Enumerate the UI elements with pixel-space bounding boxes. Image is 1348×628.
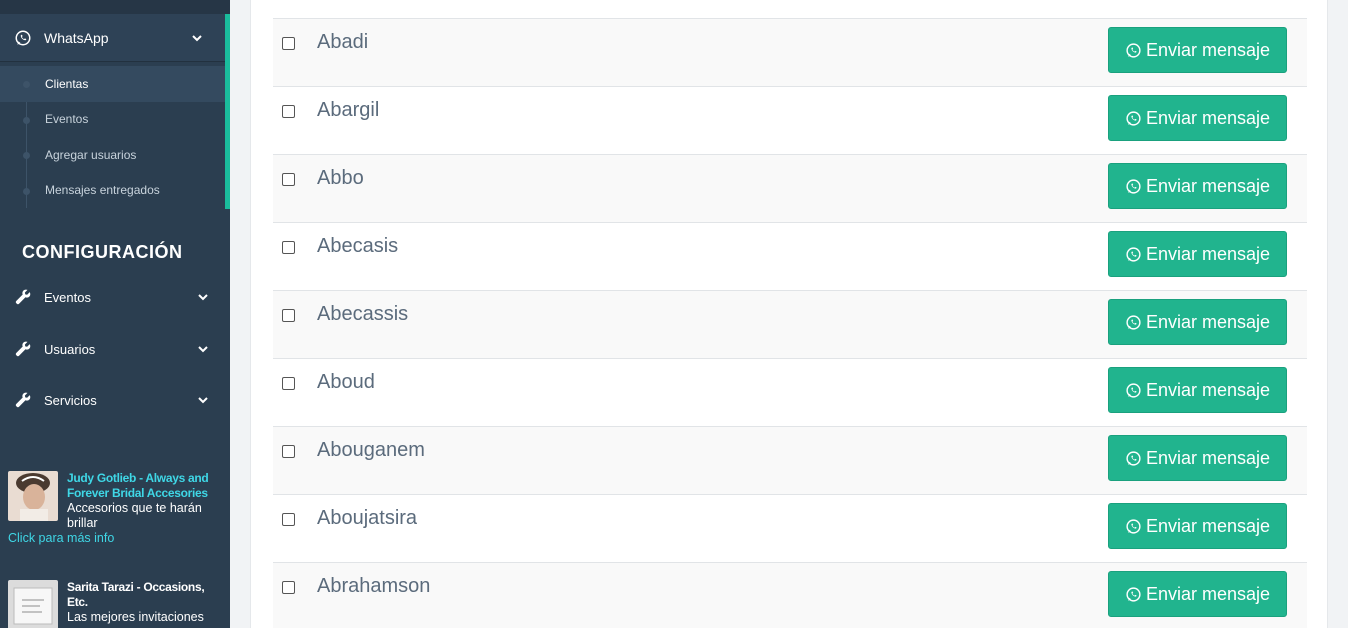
submenu-item-label: Agregar usuarios <box>45 147 137 162</box>
send-message-button[interactable]: Enviar mensaje <box>1108 27 1287 73</box>
submenu-item-label: Eventos <box>45 112 89 127</box>
contact-name: Abecasis <box>317 235 399 257</box>
sidebar-item-eventos[interactable]: Eventos <box>0 277 225 317</box>
select-checkbox[interactable] <box>282 445 295 458</box>
sidebar-item-servicios[interactable]: Servicios <box>0 380 225 420</box>
send-message-button[interactable]: Enviar mensaje <box>1108 95 1287 141</box>
contact-name: Abargil <box>317 99 380 121</box>
submenu-dot <box>23 187 30 195</box>
whatsapp-icon <box>1126 314 1141 330</box>
submenu-item-label: Clientas <box>45 76 89 91</box>
wrench-icon <box>15 392 31 408</box>
whatsapp-menu-header[interactable]: WhatsApp <box>0 14 225 62</box>
whatsapp-menu-label: WhatsApp <box>44 29 109 46</box>
vendor-title[interactable]: Sarita Tarazi - Occasions, Etc. <box>67 580 223 610</box>
table-row: Abadi Enviar mensaje <box>273 18 1307 86</box>
select-checkbox[interactable] <box>282 105 295 118</box>
table-row: Abecassis Enviar mensaje <box>273 290 1307 358</box>
send-message-label: Enviar mensaje <box>1145 379 1271 400</box>
send-message-button[interactable]: Enviar mensaje <box>1108 299 1287 345</box>
select-checkbox[interactable] <box>282 241 295 254</box>
select-checkbox[interactable] <box>282 173 295 186</box>
submenu-item-mensajes-entregados[interactable]: Mensajes entregados <box>0 173 225 209</box>
vendor-title[interactable]: Judy Gotlieb - Always and Forever Bridal… <box>67 471 223 501</box>
whatsapp-icon <box>1126 42 1141 58</box>
table-row: Abecasis Enviar mensaje <box>273 222 1307 290</box>
submenu-item-label: Mensajes entregados <box>45 183 160 198</box>
sidebar-item-label: Eventos <box>44 289 91 305</box>
table-row: Abbo Enviar mensaje <box>273 154 1307 222</box>
contacts-panel: Abadi Enviar mensaje Abargil Enviar mensaje… <box>250 0 1328 628</box>
whatsapp-icon <box>15 30 31 45</box>
vendor-photo <box>8 471 58 521</box>
send-message-label: Enviar mensaje <box>1145 447 1271 468</box>
sidebar: WhatsApp Clientas Eventos Agregar usuari… <box>0 0 230 628</box>
wrench-icon <box>15 289 31 305</box>
send-message-button[interactable]: Enviar mensaje <box>1108 367 1287 413</box>
send-message-label: Enviar mensaje <box>1145 311 1271 332</box>
whatsapp-icon <box>1126 178 1141 194</box>
main-content: Abadi Enviar mensaje Abargil Enviar mensaje… <box>230 0 1348 628</box>
more-info-link[interactable]: Click para más info <box>8 531 114 545</box>
contact-name: Aboujatsira <box>317 507 418 529</box>
vendor-ad-card[interactable]: Judy Gotlieb - Always and Forever Bridal… <box>8 471 224 551</box>
sidebar-topbar <box>0 0 230 14</box>
chevron-down-icon <box>198 397 208 404</box>
submenu-dot <box>23 81 30 88</box>
submenu-item-agregar-usuarios[interactable]: Agregar usuarios <box>0 137 225 173</box>
send-message-label: Enviar mensaje <box>1145 175 1271 196</box>
whatsapp-icon <box>1126 518 1141 534</box>
select-checkbox[interactable] <box>282 377 295 390</box>
send-message-button[interactable]: Enviar mensaje <box>1108 435 1287 481</box>
vendor-ad-card[interactable]: Sarita Tarazi - Occasions, Etc. Las mejo… <box>8 580 224 628</box>
table-row: Abrahamson Enviar mensaje <box>273 562 1307 628</box>
vendor-description: Las mejores invitaciones <box>67 610 204 624</box>
submenu-item-eventos[interactable]: Eventos <box>0 102 225 138</box>
vendor-description: Accesorios que te harán brillar <box>67 501 202 530</box>
send-message-button[interactable]: Enviar mensaje <box>1108 571 1287 617</box>
sidebar-item-label: Usuarios <box>44 341 96 357</box>
whatsapp-menu: WhatsApp Clientas Eventos Agregar usuari… <box>0 14 230 209</box>
contact-name: Aboud <box>317 371 375 393</box>
send-message-label: Enviar mensaje <box>1145 243 1271 264</box>
contact-name: Abecassis <box>317 303 409 325</box>
chevron-down-icon <box>198 294 208 301</box>
sidebar-item-label: Servicios <box>44 392 97 408</box>
whatsapp-icon <box>1126 110 1141 126</box>
send-message-button[interactable]: Enviar mensaje <box>1108 503 1287 549</box>
contact-name: Abbo <box>317 167 364 189</box>
send-message-label: Enviar mensaje <box>1145 39 1271 60</box>
send-message-label: Enviar mensaje <box>1145 515 1271 536</box>
submenu-dot <box>23 152 30 159</box>
contact-name: Abrahamson <box>317 575 431 597</box>
select-checkbox[interactable] <box>282 37 295 50</box>
table-row: Aboud Enviar mensaje <box>273 358 1307 426</box>
wrench-icon <box>15 341 31 357</box>
table-row: Aboujatsira Enviar mensaje <box>273 494 1307 562</box>
send-message-label: Enviar mensaje <box>1145 583 1271 604</box>
whatsapp-icon <box>1126 246 1141 262</box>
sidebar-item-usuarios[interactable]: Usuarios <box>0 329 225 369</box>
table-row: Abouganem Enviar mensaje <box>273 426 1307 494</box>
contact-name: Abadi <box>317 31 369 53</box>
send-message-label: Enviar mensaje <box>1145 107 1271 128</box>
select-checkbox[interactable] <box>282 513 295 526</box>
whatsapp-icon <box>1126 382 1141 398</box>
whatsapp-icon <box>1126 450 1141 466</box>
contact-list: Abadi Enviar mensaje Abargil Enviar mensaje… <box>273 18 1307 628</box>
whatsapp-icon <box>1126 586 1141 602</box>
contact-name: Abouganem <box>317 439 425 461</box>
send-message-button[interactable]: Enviar mensaje <box>1108 163 1287 209</box>
config-section-title: CONFIGURACIÓN <box>22 242 183 262</box>
vendor-photo <box>8 580 58 628</box>
chevron-down-icon <box>198 346 208 353</box>
select-checkbox[interactable] <box>282 309 295 322</box>
table-row: Abargil Enviar mensaje <box>273 86 1307 154</box>
chevron-down-icon <box>192 35 202 42</box>
select-checkbox[interactable] <box>282 581 295 594</box>
send-message-button[interactable]: Enviar mensaje <box>1108 231 1287 277</box>
whatsapp-submenu: Clientas Eventos Agregar usuarios Mensaj… <box>0 62 225 208</box>
submenu-item-clientas[interactable]: Clientas <box>0 66 225 102</box>
submenu-dot <box>23 116 30 124</box>
